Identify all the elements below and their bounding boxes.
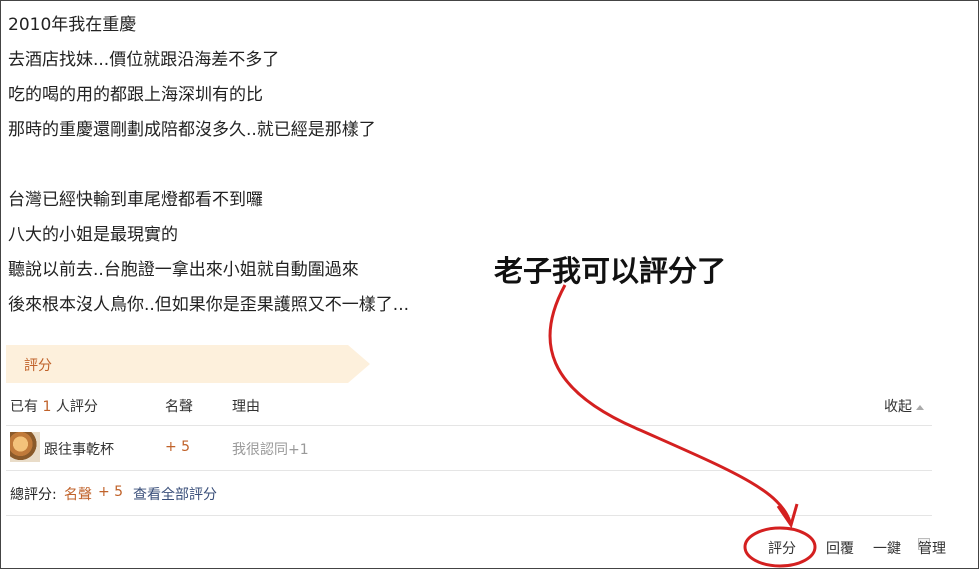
- col-reason: 理由: [232, 399, 260, 415]
- col-reputation: 名聲: [165, 399, 193, 415]
- post-line: 吃的喝的用的都跟上海深圳有的比: [8, 85, 263, 105]
- annotation-text: 老子我可以評分了: [494, 254, 727, 288]
- collapse-label: 收起: [884, 399, 912, 415]
- post-line: 後來根本沒人鳥你..但如果你是歪果護照又不一樣了...: [8, 295, 410, 315]
- rating-count-number: 1: [42, 399, 52, 415]
- rater-name-link[interactable]: 跟往事乾杯: [44, 439, 114, 459]
- rating-reason: 我很認同+1: [232, 442, 309, 458]
- view-all-ratings-link[interactable]: 查看全部評分: [133, 484, 217, 504]
- rating-header-row: 已有 1 人評分 名聲 理由 收起: [6, 386, 932, 426]
- post-line: 2010年我在重慶: [8, 15, 137, 35]
- collapse-up-icon: [916, 404, 924, 410]
- rating-score: + 5: [165, 439, 191, 455]
- avatar[interactable]: [10, 432, 40, 462]
- manage-label: 管理: [918, 541, 946, 557]
- total-label: 總評分:: [10, 487, 57, 503]
- rating-tab: 評分: [6, 345, 370, 383]
- total-reputation-label: 名聲: [64, 487, 92, 503]
- rating-tab-label: 評分: [24, 358, 52, 374]
- rating-table: 已有 1 人評分 名聲 理由 收起 跟往事乾杯 + 5 我很認同+1 總評分: …: [6, 386, 932, 516]
- post-line: 去酒店找妹...價位就跟沿海差不多了: [8, 50, 280, 70]
- reply-button[interactable]: 回覆: [826, 538, 854, 558]
- post-line: 那時的重慶還剛劃成陪都沒多久..就已經是那樣了: [8, 120, 376, 140]
- total-reputation-value: + 5: [98, 484, 124, 500]
- rating-count-suffix: 人評分: [55, 399, 98, 415]
- rating-count: 已有 1 人評分: [10, 396, 98, 416]
- rating-count-prefix: 已有: [10, 399, 38, 415]
- rating-entry-row: 跟往事乾杯 + 5 我很認同+1: [6, 426, 932, 471]
- rate-button[interactable]: 評分: [768, 538, 796, 558]
- one-click-button[interactable]: 一鍵: [873, 538, 901, 558]
- rating-total-row: 總評分: 名聲 + 5 查看全部評分: [6, 471, 932, 516]
- collapse-link[interactable]: 收起: [884, 396, 924, 416]
- post-line: 台灣已經快輸到車尾燈都看不到囉: [8, 190, 263, 210]
